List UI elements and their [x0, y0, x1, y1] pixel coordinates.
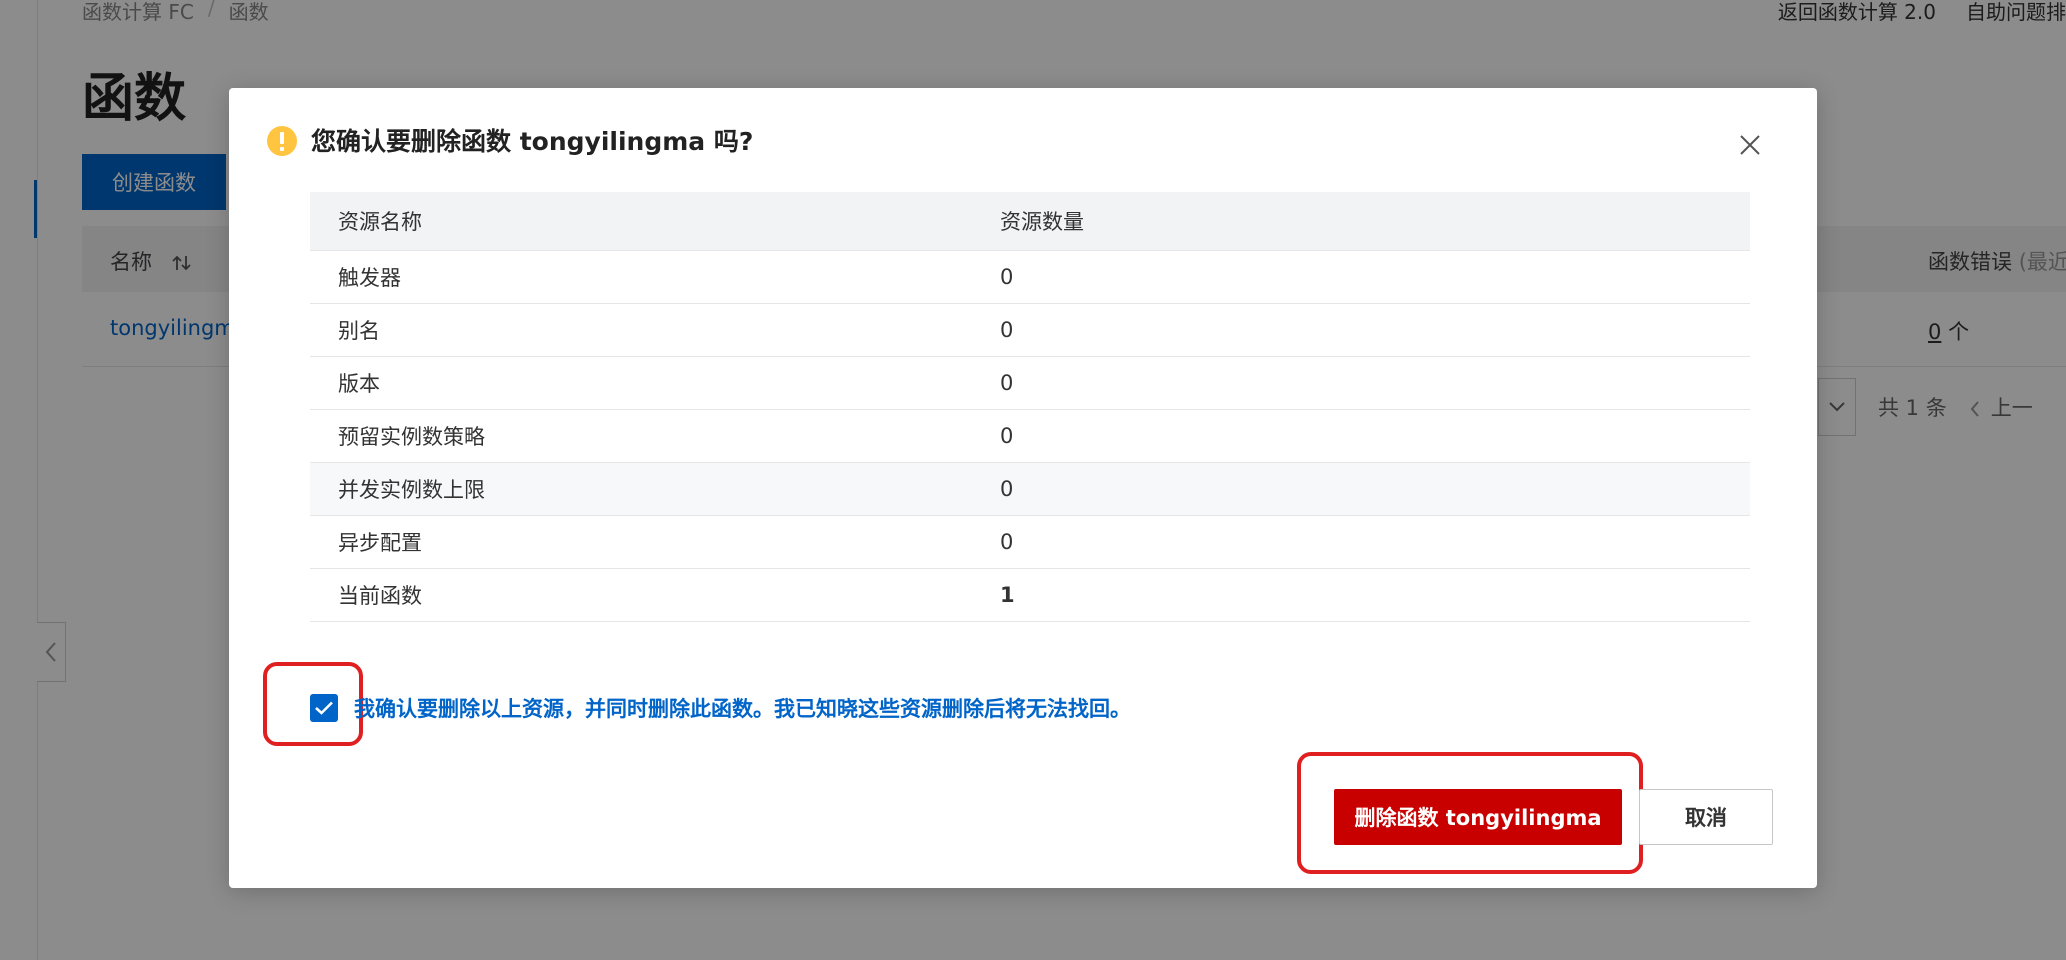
- resource-name: 触发器: [338, 266, 401, 290]
- table-row: 版本 0: [310, 357, 1750, 410]
- cancel-button[interactable]: 取消: [1639, 789, 1773, 845]
- table-row: 预留实例数策略 0: [310, 410, 1750, 463]
- resource-name: 当前函数: [338, 584, 422, 608]
- table-row: 异步配置 0: [310, 516, 1750, 569]
- table-row: 当前函数 1: [310, 569, 1750, 622]
- table-row: 别名 0: [310, 304, 1750, 357]
- resource-name: 预留实例数策略: [338, 425, 485, 449]
- confirm-checkbox[interactable]: [310, 694, 338, 722]
- delete-function-button[interactable]: 删除函数 tongyilingma: [1334, 789, 1622, 845]
- confirm-label[interactable]: 我确认要删除以上资源，并同时删除此函数。我已知晓这些资源删除后将无法找回。: [354, 693, 1131, 723]
- dialog-title: 您确认要删除函数 tongyilingma 吗?: [311, 127, 754, 156]
- resource-count: 0: [1000, 530, 1014, 554]
- table-row: 触发器 0: [310, 251, 1750, 304]
- confirm-row: 我确认要删除以上资源，并同时删除此函数。我已知晓这些资源删除后将无法找回。: [310, 693, 1131, 723]
- header-resource-name: 资源名称: [338, 210, 422, 234]
- table-row: 并发实例数上限 0: [310, 463, 1750, 516]
- resource-name: 并发实例数上限: [338, 478, 485, 502]
- warning-icon: [267, 126, 297, 156]
- resource-count: 0: [1000, 477, 1014, 501]
- resource-count: 0: [1000, 265, 1014, 289]
- resource-table: 资源名称 资源数量 触发器 0 别名 0 版本 0 预留实例数策略 0 并发实例…: [310, 192, 1750, 622]
- resource-count: 0: [1000, 424, 1014, 448]
- checkmark-icon: [315, 701, 333, 715]
- resource-name: 版本: [338, 372, 380, 396]
- resource-table-header: 资源名称 资源数量: [310, 192, 1750, 251]
- resource-name: 别名: [338, 319, 380, 343]
- resource-name: 异步配置: [338, 531, 422, 555]
- close-button[interactable]: [1735, 130, 1765, 160]
- header-resource-count: 资源数量: [1000, 210, 1084, 234]
- resource-count: 0: [1000, 371, 1014, 395]
- resource-count: 0: [1000, 318, 1014, 342]
- delete-function-dialog: 您确认要删除函数 tongyilingma 吗? 资源名称 资源数量 触发器 0…: [229, 88, 1817, 888]
- close-icon: [1740, 135, 1760, 155]
- resource-count: 1: [1000, 583, 1015, 607]
